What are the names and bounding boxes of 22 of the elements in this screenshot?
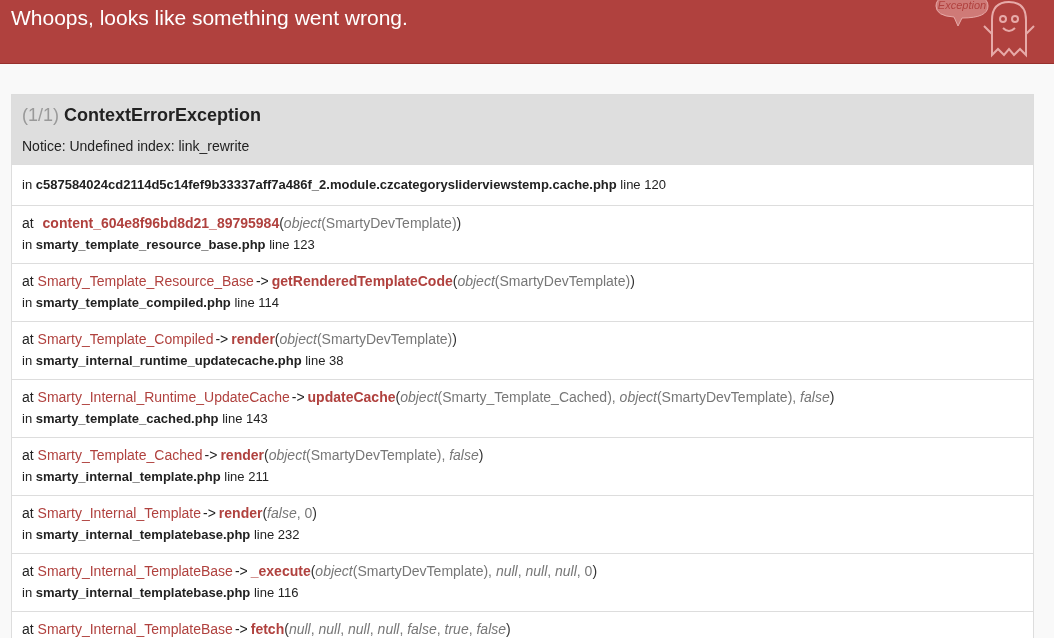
trace-location: in smarty_template_cached.php line 143 [22, 410, 269, 428]
trace-call: at Smarty_Template_Cached-> render(object(SmartyDevTemplate), false) [22, 446, 485, 465]
trace-location: in c587584024cd2114d5c14fef9b33337aff7a486f_2.module.czcategorysliderviewstemp.cache.php line 120 [22, 176, 667, 194]
exception-count: (1/1) [22, 105, 59, 125]
speech-bubble-icon [935, 0, 989, 27]
trace-call: at Smarty_Internal_TemplateBase-> _execute(object(SmartyDevTemplate), null, null, null, 0) [22, 562, 599, 581]
trace-location: in smarty_internal_template.php line 211 [22, 468, 270, 486]
trace-location: in smarty_internal_runtime_updatecache.php line 38 [22, 352, 345, 370]
trace-location: in smarty_template_resource_base.php line 123 [22, 236, 316, 254]
trace-call: at Smarty_Template_Resource_Base-> getRenderedTemplateCode(object(SmartyDevTemplate)) [22, 272, 636, 291]
trace-call: at Smarty_Internal_Template-> render(false, 0) [22, 504, 318, 523]
trace-location: in smarty_internal_templatebase.php line 116 [22, 584, 300, 602]
trace-call: at content_604e8f96bd8d21_89795984(object(SmartyDevTemplate)) [22, 214, 463, 233]
logo-text: Exception [937, 0, 987, 11]
exception-message: Notice: Undefined index: link_rewrite [22, 138, 251, 154]
trace-location: in smarty_template_compiled.php line 114 [22, 294, 280, 312]
trace-call: at Smarty_Internal_Runtime_UpdateCache-> updateCache(object(Smarty_Template_Cached), object(SmartyDevTemplate), false) [22, 388, 836, 407]
trace-location: in smarty_internal_templatebase.php line 232 [22, 526, 301, 544]
page-title: Whoops, looks like something went wrong. [11, 6, 408, 30]
trace-call: at Smarty_Internal_TemplateBase-> fetch(null, null, null, null, false, true, false) [22, 620, 512, 638]
exception-class: ContextErrorException [64, 105, 262, 125]
trace-call: at Smarty_Template_Compiled-> render(object(SmartyDevTemplate)) [22, 330, 458, 349]
